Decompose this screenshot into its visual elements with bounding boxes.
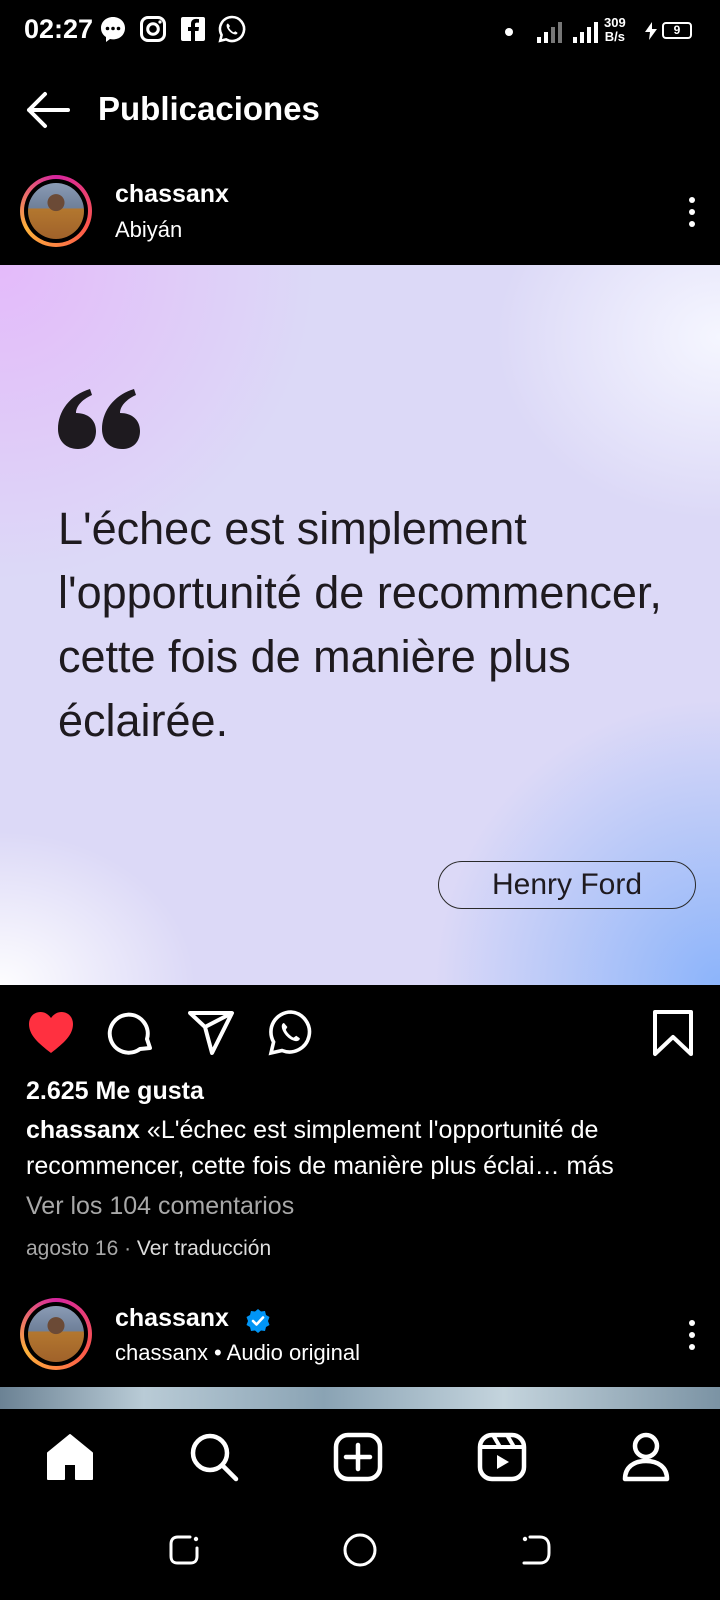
signal-icon	[537, 22, 562, 43]
post-username[interactable]: chassanx	[115, 180, 229, 209]
post-image[interactable]: L'échec est simplement l'opportunité de …	[0, 265, 720, 985]
dot-icon	[505, 28, 513, 36]
caption-username[interactable]: chassanx	[26, 1116, 140, 1144]
quote-mark-icon	[58, 389, 140, 449]
more-options-icon[interactable]	[686, 195, 698, 229]
avatar[interactable]	[20, 175, 92, 247]
charging-icon	[645, 22, 657, 40]
signal-icon	[573, 22, 598, 43]
quote-text: L'échec est simplement l'opportunité de …	[58, 503, 662, 746]
home-circle-icon[interactable]	[340, 1530, 380, 1570]
next-post-image[interactable]	[0, 1387, 720, 1409]
next-avatar-photo	[28, 1306, 84, 1362]
search-icon[interactable]	[188, 1431, 240, 1483]
back-icon[interactable]	[516, 1530, 556, 1570]
more-options-icon[interactable]	[686, 1318, 698, 1352]
whatsapp-share-icon[interactable]	[266, 1008, 316, 1058]
verified-badge-icon	[246, 1309, 270, 1333]
likes-count[interactable]: 2.625 Me gusta	[26, 1077, 204, 1106]
reels-icon[interactable]	[476, 1431, 528, 1483]
instagram-icon	[140, 16, 166, 42]
arrow-left-icon[interactable]	[24, 90, 72, 130]
like-icon[interactable]	[26, 1008, 76, 1058]
view-comments-link[interactable]: Ver los 104 comentarios	[26, 1192, 294, 1221]
post-date: agosto 16 · Ver traducción	[26, 1237, 271, 1261]
date-text: agosto 16	[26, 1237, 119, 1260]
next-post-subtitle[interactable]: chassanx • Audio original	[115, 1340, 360, 1366]
whatsapp-icon	[218, 15, 246, 43]
create-icon[interactable]	[332, 1431, 384, 1483]
save-icon[interactable]	[648, 1008, 698, 1058]
caption-more[interactable]: … más	[535, 1152, 614, 1180]
date-separator: ·	[118, 1237, 137, 1260]
facebook-icon	[181, 17, 205, 41]
home-icon[interactable]	[44, 1431, 96, 1483]
status-time: 02:27	[24, 14, 94, 44]
quote-author: Henry Ford	[438, 861, 696, 909]
comment-icon[interactable]	[106, 1008, 156, 1058]
share-icon[interactable]	[186, 1008, 236, 1058]
messenger-icon	[101, 17, 125, 42]
next-post-username[interactable]: chassanx	[115, 1304, 229, 1333]
page-title: Publicaciones	[98, 90, 320, 127]
profile-icon[interactable]	[620, 1431, 672, 1483]
battery-icon: 9	[662, 22, 692, 39]
next-avatar[interactable]	[20, 1298, 92, 1370]
bottom-nav	[0, 1409, 720, 1505]
recents-icon[interactable]	[164, 1530, 204, 1570]
network-speed: 309 B/s	[604, 15, 626, 44]
translate-link[interactable]: Ver traducción	[137, 1237, 271, 1260]
status-bar: 02:27 309 B/s 9	[0, 0, 720, 66]
post-caption[interactable]: chassanx «L'échec est simplement l'oppor…	[26, 1112, 706, 1184]
post-location[interactable]: Abiyán	[115, 217, 182, 243]
avatar-photo	[28, 183, 84, 239]
